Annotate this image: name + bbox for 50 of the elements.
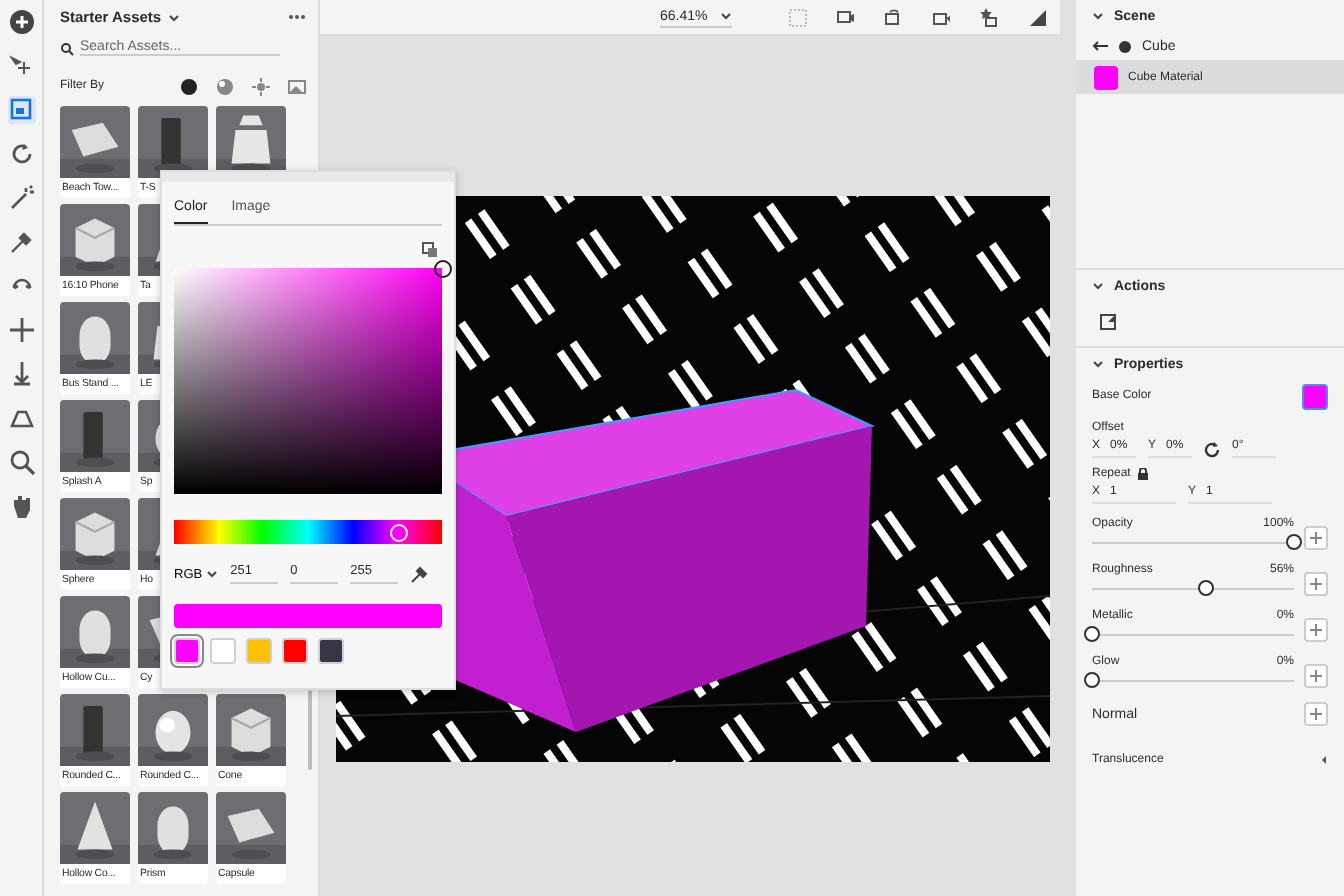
light-filter-icon[interactable] — [252, 77, 270, 95]
wand-icon[interactable] — [7, 184, 35, 212]
image-filter-icon[interactable] — [288, 77, 306, 95]
slider-thumb[interactable] — [1197, 580, 1214, 596]
color-swatch[interactable] — [246, 638, 272, 664]
color-swatch[interactable] — [174, 638, 200, 664]
add-button[interactable] — [1304, 664, 1328, 688]
color-swatch[interactable] — [210, 638, 236, 664]
caret-icon[interactable] — [167, 11, 180, 23]
lock-icon[interactable] — [1138, 468, 1149, 480]
add-button[interactable] — [1304, 572, 1328, 596]
star-camera-icon[interactable] — [980, 7, 1000, 27]
slider-thumb[interactable] — [1084, 672, 1100, 688]
plus-icon — [1310, 532, 1322, 544]
color-swatch[interactable] — [1302, 383, 1328, 409]
rotate-icon — [1204, 441, 1220, 457]
hue-slider[interactable] — [174, 520, 442, 544]
add-button[interactable] — [1304, 618, 1328, 642]
rotate-icon[interactable] — [7, 140, 35, 168]
export-icon[interactable] — [1100, 314, 1116, 330]
slider-thumb[interactable] — [1286, 534, 1302, 550]
caret-icon[interactable] — [1320, 756, 1328, 764]
search-icon[interactable] — [7, 448, 35, 476]
swap-icon[interactable] — [422, 242, 438, 258]
material-icon — [1118, 39, 1132, 53]
plus-icon — [1310, 578, 1322, 590]
slider[interactable] — [1092, 580, 1294, 596]
chevron-icon[interactable] — [1092, 280, 1104, 292]
chevron-icon[interactable] — [719, 10, 732, 22]
back-arrow-icon[interactable] — [1092, 40, 1108, 52]
hue-thumb[interactable] — [390, 524, 409, 542]
color-swatch[interactable] — [282, 638, 308, 664]
chevron-icon[interactable] — [1092, 10, 1104, 22]
chevron-icon[interactable] — [1092, 358, 1104, 370]
move-icon[interactable] — [7, 52, 35, 80]
add-icon[interactable] — [7, 8, 35, 36]
plus-icon — [1310, 624, 1322, 636]
scrollbar[interactable] — [308, 690, 312, 770]
slider-thumb[interactable] — [1084, 626, 1100, 642]
color-swatch[interactable] — [318, 638, 344, 664]
more-icon[interactable] — [288, 14, 306, 20]
plus-icon — [1310, 670, 1322, 682]
select-icon[interactable] — [7, 96, 35, 124]
texture-filter-icon[interactable] — [216, 77, 234, 95]
search-icon — [60, 41, 74, 55]
add-button[interactable] — [1304, 702, 1328, 726]
caret-icon — [206, 568, 219, 580]
material-filter-icon[interactable] — [180, 77, 198, 95]
plus-icon — [1310, 708, 1322, 720]
color-field-thumb[interactable] — [433, 259, 451, 277]
